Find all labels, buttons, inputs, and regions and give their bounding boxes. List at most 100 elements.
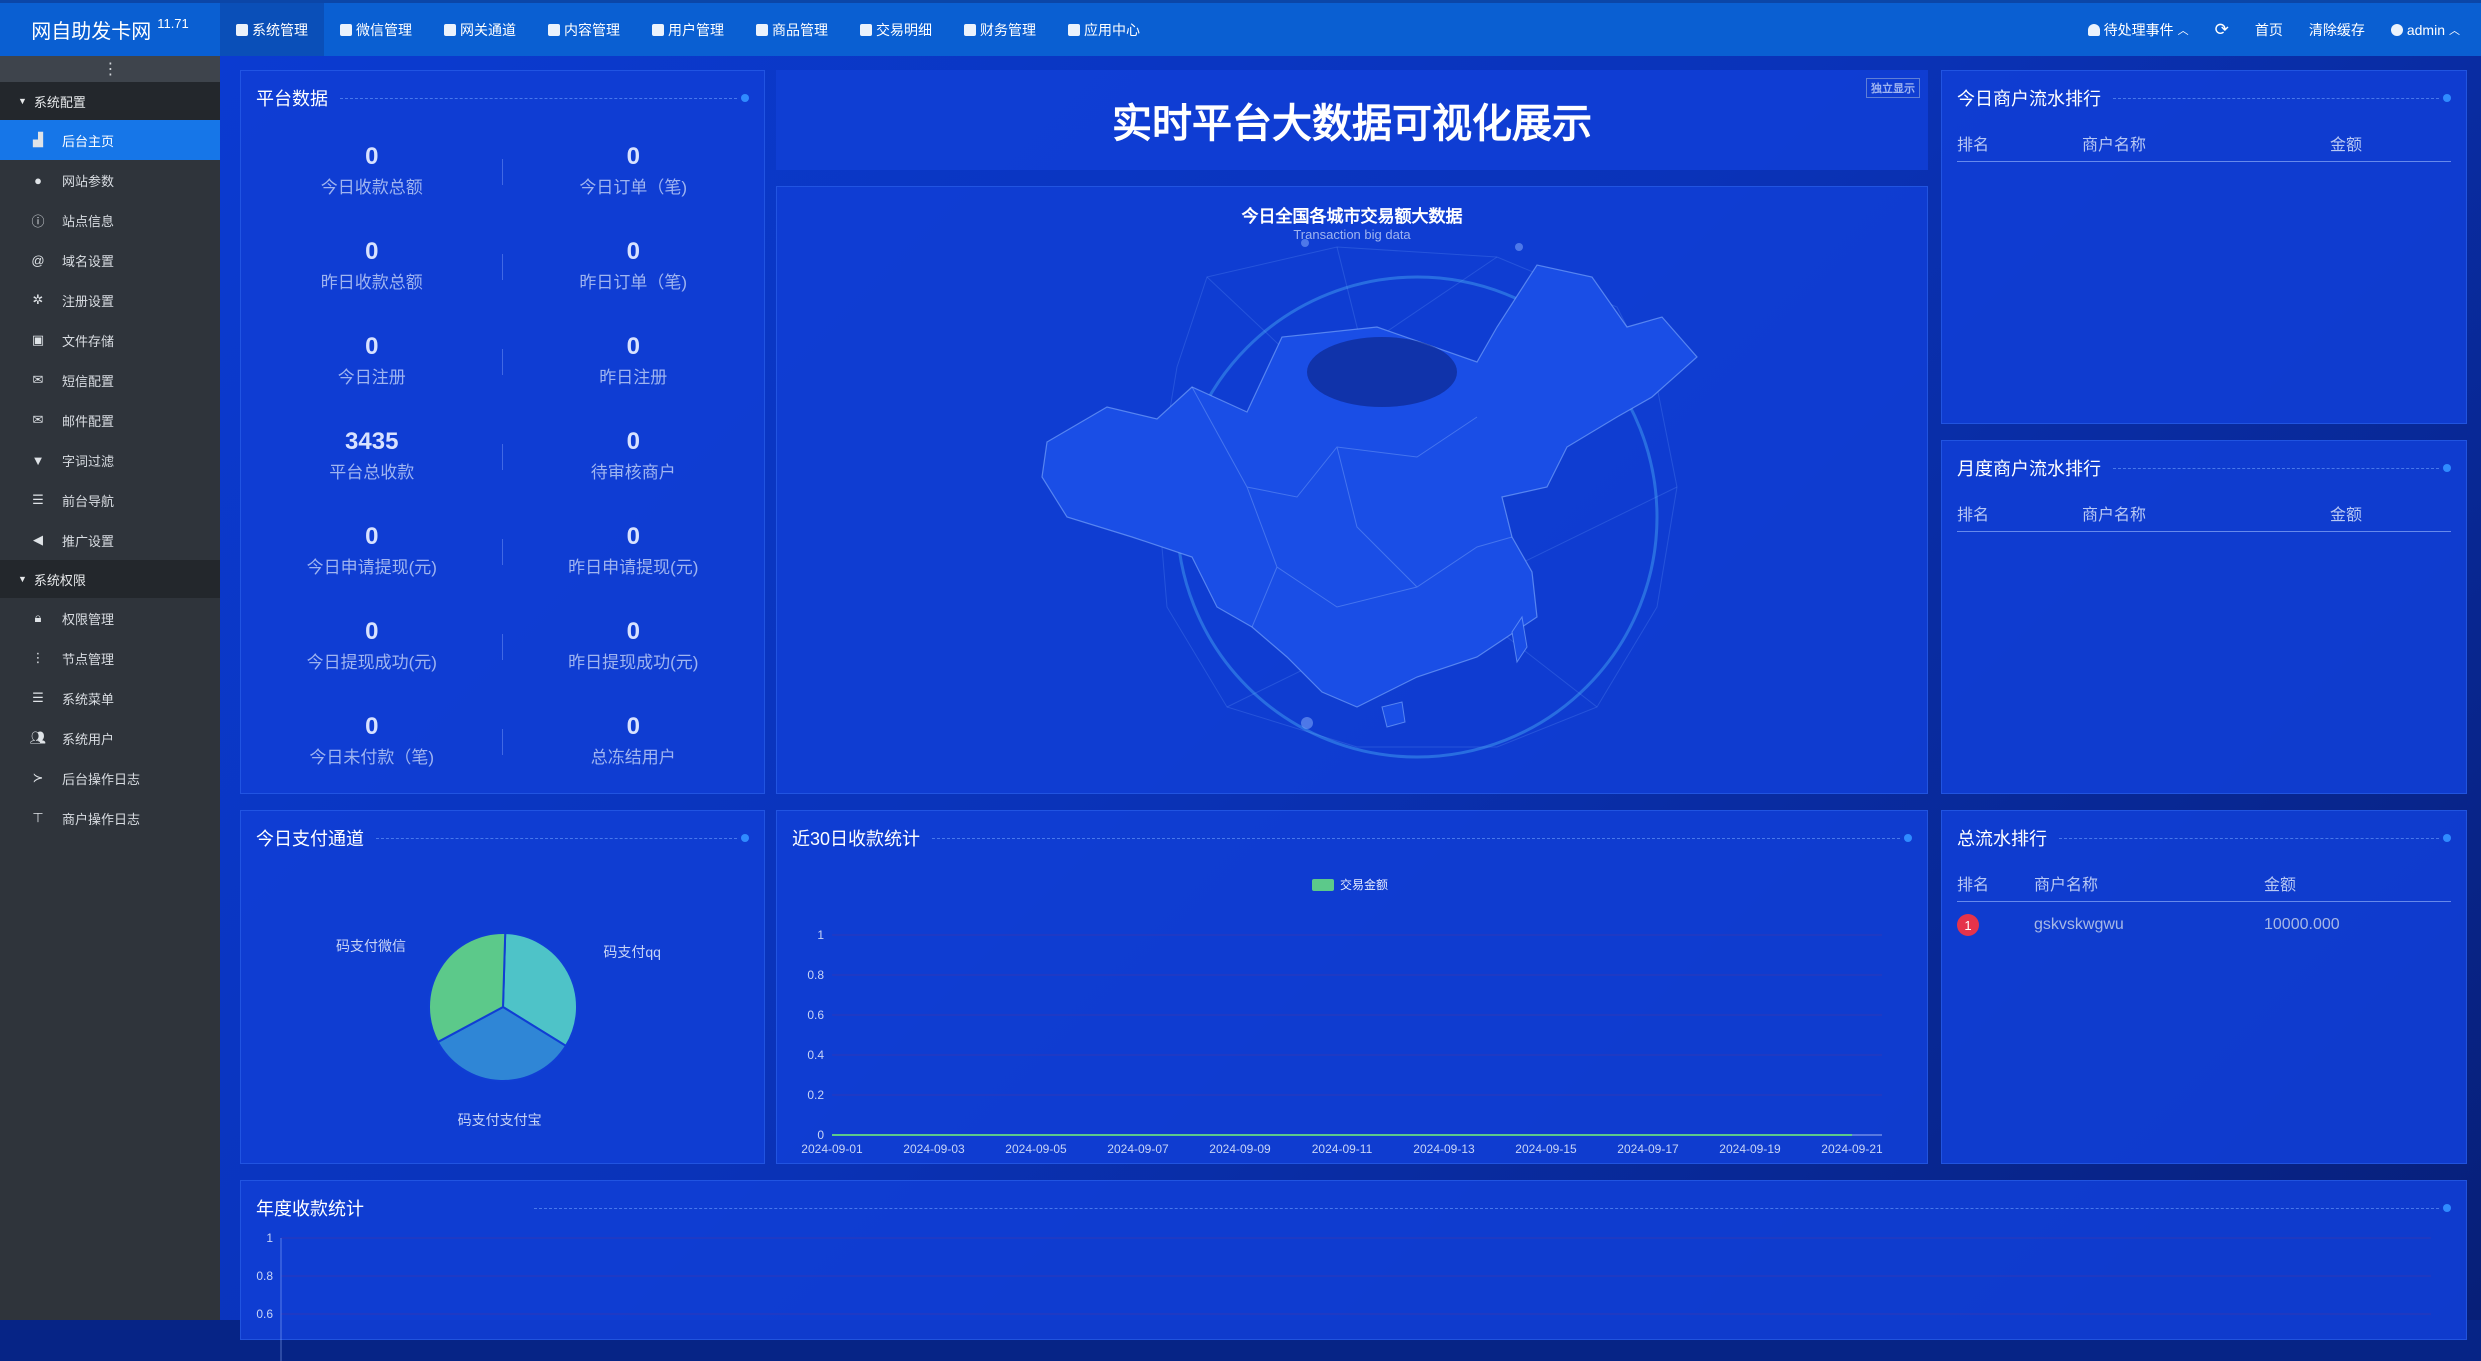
- legend-swatch: [1312, 879, 1334, 891]
- user-menu[interactable]: admin ︿: [2378, 3, 2473, 56]
- stat-label: 今日注册: [337, 368, 406, 387]
- chevron-up-icon: ︿: [2449, 24, 2460, 37]
- topnav-label: 财务管理: [980, 21, 1036, 38]
- sidebar-item-site-info[interactable]: ⓘ 站点信息: [0, 200, 220, 240]
- stat-today-withdraw-success: 0 今日提现成功(元): [241, 606, 503, 701]
- topnav-users[interactable]: 用户管理: [636, 3, 740, 56]
- lock-icon: 🔒︎: [34, 610, 42, 625]
- stat-value: 0: [365, 713, 379, 740]
- bullhorn-icon: ◀: [33, 532, 43, 547]
- map-node: [1301, 239, 1309, 247]
- brand-logo[interactable]: 网自助发卡网 11.71: [0, 3, 220, 56]
- sidebar-item-register[interactable]: ✲ 注册设置: [0, 280, 220, 320]
- sidebar-item-label: 后台操作日志: [62, 771, 141, 787]
- stats-row: 0 今日注册 0 昨日注册: [241, 321, 764, 416]
- stat-today-register: 0 今日注册: [241, 321, 503, 416]
- sidebar-item-site-params[interactable]: ● 网站参数: [0, 160, 220, 200]
- sidebar-item-label: 节点管理: [62, 651, 115, 667]
- stats-row: 0 今日提现成功(元) 0 昨日提现成功(元): [241, 606, 764, 701]
- stat-label: 平台总收款: [329, 463, 415, 482]
- list-icon: ☰: [32, 492, 44, 507]
- topnav-transactions[interactable]: 交易明细: [844, 3, 948, 56]
- sidebar-item-domain[interactable]: @ 域名设置: [0, 240, 220, 280]
- panel-title: 平台数据: [256, 85, 749, 111]
- sidebar-item-label: 系统菜单: [62, 691, 115, 707]
- sidebar-item-merchant-log[interactable]: ⊤ 商户操作日志: [0, 798, 220, 838]
- sidebar-item-nodes[interactable]: ⋮ 节点管理: [0, 638, 220, 678]
- recent30-line-chart: 交易金额 0 0.2 0.4 0.6 0.8 1 2024-09-01 2024-09-03 20…: [801, 877, 1883, 1156]
- sidebar-item-sms[interactable]: ✉ 短信配置: [0, 360, 220, 400]
- refresh-button[interactable]: ⟳: [2202, 3, 2242, 56]
- user-icon: [2390, 23, 2403, 36]
- stat-label: 昨日注册: [599, 368, 668, 387]
- cloud-icon: [1068, 23, 1080, 36]
- list-icon: ☰: [32, 690, 44, 705]
- apple-icon: ●: [34, 172, 42, 188]
- title-dot: [1904, 834, 1912, 842]
- title-divider: [932, 837, 1900, 839]
- topnav-products[interactable]: 商品管理: [740, 3, 844, 56]
- sidebar-toggle[interactable]: ⋮: [0, 56, 220, 82]
- topnav-label: 商品管理: [772, 21, 828, 38]
- y-tick-label: 0.6: [807, 1008, 824, 1022]
- bell-icon: [2087, 23, 2100, 36]
- sidebar-item-menus[interactable]: ☰ 系统菜单: [0, 678, 220, 718]
- stat-today-revenue: 0 今日收款总额: [241, 131, 503, 226]
- x-tick-label: 2024-09-13: [1413, 1142, 1475, 1156]
- stat-yesterday-revenue: 0 昨日收款总额: [241, 226, 503, 321]
- sidebar-item-label: 前台导航: [62, 493, 115, 509]
- y-tick-label: 0.6: [256, 1307, 273, 1321]
- sidebar-item-label: 推广设置: [62, 533, 115, 549]
- sidebar-item-label: 站点信息: [62, 213, 115, 229]
- col-merchant: 商户名称: [2034, 877, 2099, 894]
- pay-channel-panel: 今日支付通道 码支付qq 码支付支付宝 码支付微信: [240, 810, 765, 1164]
- panel-title: 年度收款统计: [256, 1195, 2451, 1221]
- info-icon: ⓘ: [31, 213, 45, 229]
- clear-cache-button[interactable]: 清除缓存: [2296, 3, 2378, 56]
- sidebar-item-word-filter[interactable]: ▼ 字词过滤: [0, 440, 220, 480]
- stat-pending-merchants: 0 待审核商户: [503, 416, 765, 511]
- rank-table-header: 排名 商户名称 金额: [1957, 131, 2451, 162]
- rank-badge: 1: [1957, 914, 1979, 936]
- topnav-apps[interactable]: 应用中心: [1052, 3, 1156, 56]
- sidebar-item-front-nav[interactable]: ☰ 前台导航: [0, 480, 220, 520]
- y-tick-label: 0.8: [256, 1269, 273, 1283]
- gear-icon: [236, 23, 248, 36]
- stat-label: 昨日收款总额: [320, 273, 423, 292]
- save-icon: ▣: [31, 332, 45, 347]
- bigscreen-title: 实时平台大数据可视化展示: [1112, 102, 1592, 146]
- sidebar-group-permissions[interactable]: ▼ 系统权限: [0, 560, 220, 598]
- sidebar-group-label: 系统权限: [33, 572, 86, 588]
- sidebar-item-storage[interactable]: ▣ 文件存储: [0, 320, 220, 360]
- topnav-content[interactable]: 内容管理: [532, 3, 636, 56]
- sidebar-item-promo[interactable]: ◀ 推广设置: [0, 520, 220, 560]
- sidebar-item-label: 短信配置: [62, 373, 115, 389]
- title-divider: [340, 97, 737, 99]
- pie-label: 码支付支付宝: [458, 1112, 542, 1128]
- sidebar-item-permissions[interactable]: 🔒︎ 权限管理: [0, 598, 220, 638]
- pending-events-button[interactable]: 待处理事件 ︿: [2075, 3, 2202, 56]
- sidebar-item-email[interactable]: ✉ 邮件配置: [0, 400, 220, 440]
- stat-value: 0: [365, 143, 379, 170]
- annual-revenue-panel: 年度收款统计 1 0.8 0.6: [240, 1180, 2467, 1361]
- home-link[interactable]: 首页: [2242, 3, 2296, 56]
- stat-label: 总冻结用户: [590, 748, 676, 767]
- sidebar-item-admin-log[interactable]: ≻ 后台操作日志: [0, 758, 220, 798]
- area-chart-icon: ▟: [33, 132, 43, 147]
- users-icon: 👥︎: [29, 730, 47, 745]
- bigscreen-title-banner: 实时平台大数据可视化展示 独立显示: [776, 70, 1928, 170]
- stat-label: 昨日申请提现(元): [568, 558, 699, 577]
- topnav-system[interactable]: 系统管理: [220, 3, 324, 56]
- sidebar-item-label: 域名设置: [62, 253, 115, 269]
- x-tick-label: 2024-09-09: [1209, 1142, 1271, 1156]
- standalone-display-button[interactable]: 独立显示: [1866, 78, 1920, 98]
- title-dot: [2443, 1204, 2451, 1212]
- sidebar-item-sys-users[interactable]: 👥︎ 系统用户: [0, 718, 220, 758]
- topnav-gateway[interactable]: 网关通道: [428, 3, 532, 56]
- topnav-wechat[interactable]: 微信管理: [324, 3, 428, 56]
- sidebar: ⋮ ▼ 系统配置 ▟ 后台主页 ● 网站参数 ⓘ 站点信息 @ 域名设置 ✲ 注册设置 ▣ 文…: [0, 56, 220, 1320]
- topnav-finance[interactable]: 财务管理: [948, 3, 1052, 56]
- sidebar-group-config[interactable]: ▼ 系统配置: [0, 82, 220, 120]
- rank-table-header: 排名 商户名称 金额: [1957, 871, 2451, 902]
- sidebar-item-dashboard[interactable]: ▟ 后台主页: [0, 120, 220, 160]
